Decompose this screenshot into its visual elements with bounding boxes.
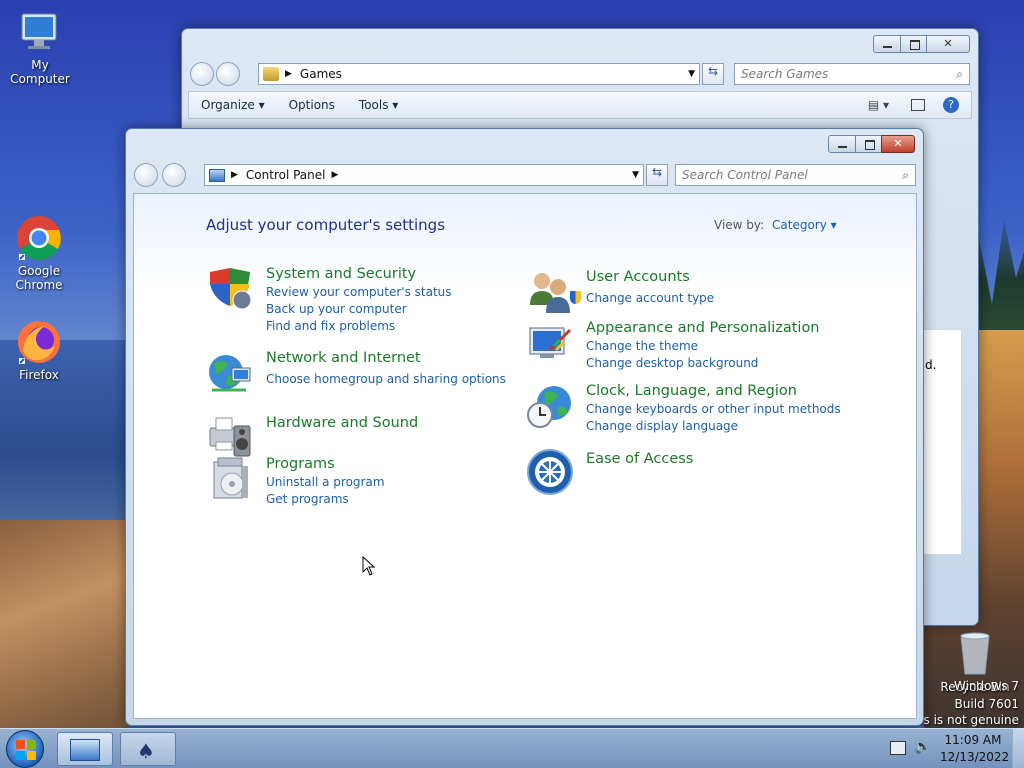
category-title[interactable]: System and Security bbox=[266, 266, 416, 282]
category-title[interactable]: Network and Internet bbox=[266, 350, 421, 366]
options-button[interactable]: Options bbox=[289, 98, 335, 112]
link-change-account-type[interactable]: Change account type bbox=[570, 291, 714, 305]
chrome-icon bbox=[15, 214, 63, 262]
link-change-background[interactable]: Change desktop background bbox=[586, 356, 758, 370]
games-toolbar: Organize ▾ Options Tools ▾ ▤ ▾ ? bbox=[188, 91, 972, 119]
tray-clock-time[interactable]: 11:09 AM bbox=[940, 733, 1006, 747]
address-dropdown-icon[interactable]: ▼ bbox=[632, 170, 639, 180]
cp-address-bar[interactable]: ▶ Control Panel ▶ ▼ bbox=[204, 164, 644, 186]
users-icon bbox=[526, 269, 574, 317]
view-options-icon[interactable]: ▤ ▾ bbox=[868, 98, 889, 112]
link-find-fix[interactable]: Find and fix problems bbox=[266, 319, 395, 333]
cp-breadcrumb: Control Panel bbox=[245, 168, 326, 182]
forward-button[interactable] bbox=[162, 163, 186, 187]
desktop-icon-google-chrome[interactable]: Google Chrome bbox=[0, 214, 79, 292]
link-homegroup[interactable]: Choose homegroup and sharing options bbox=[266, 372, 506, 386]
games-search-input[interactable]: Search Games ⌕ bbox=[734, 63, 970, 85]
search-icon: ⌕ bbox=[902, 167, 909, 182]
games-partial-text: d. bbox=[925, 358, 937, 372]
control-panel-icon bbox=[209, 168, 225, 182]
link-uninstall[interactable]: Uninstall a program bbox=[266, 475, 385, 489]
games-address-bar[interactable]: ▶ Games ▼ bbox=[258, 63, 700, 85]
uac-shield-icon bbox=[570, 291, 581, 304]
breadcrumb-arrow-icon: ▶ bbox=[231, 170, 238, 180]
desktop-icon-my-computer[interactable]: My Computer bbox=[0, 8, 80, 86]
shield-icon bbox=[206, 266, 254, 314]
network-tray-icon[interactable] bbox=[890, 741, 906, 755]
search-placeholder: Search Games bbox=[741, 67, 829, 81]
desktop-icon-label: My Computer bbox=[10, 58, 70, 86]
search-icon: ⌕ bbox=[956, 66, 963, 81]
games-icon: ♠ bbox=[137, 739, 155, 763]
tray-clock-date[interactable]: 12/13/2022 bbox=[940, 750, 1009, 764]
taskbar-control-panel[interactable] bbox=[57, 732, 113, 766]
page-title: Adjust your computer's settings bbox=[206, 216, 446, 234]
recycle-bin-icon bbox=[955, 630, 995, 678]
link-get-programs[interactable]: Get programs bbox=[266, 492, 349, 506]
minimize-button[interactable] bbox=[828, 135, 856, 153]
windows-logo-icon bbox=[16, 740, 36, 760]
cp-content-area: Adjust your computer's settings View by:… bbox=[133, 193, 917, 719]
link-backup[interactable]: Back up your computer bbox=[266, 302, 407, 316]
refresh-button[interactable]: ⇆ bbox=[702, 63, 724, 85]
category-title[interactable]: Programs bbox=[266, 456, 335, 472]
back-button[interactable] bbox=[190, 62, 214, 86]
monitor-brush-icon bbox=[526, 320, 574, 368]
games-breadcrumb: Games bbox=[299, 67, 342, 81]
category-title[interactable]: Hardware and Sound bbox=[266, 415, 418, 431]
forward-button[interactable] bbox=[216, 62, 240, 86]
link-review-status[interactable]: Review your computer's status bbox=[266, 285, 452, 299]
maximize-button[interactable] bbox=[900, 35, 927, 53]
ease-of-access-icon bbox=[526, 448, 574, 496]
volume-tray-icon[interactable]: 🔈 bbox=[914, 739, 931, 755]
games-caption-buttons bbox=[873, 35, 970, 53]
control-panel-icon bbox=[70, 739, 100, 761]
maximize-button[interactable] bbox=[855, 135, 882, 153]
refresh-button[interactable]: ⇆ bbox=[646, 164, 668, 186]
clock-globe-icon bbox=[526, 383, 574, 431]
programs-box-icon bbox=[206, 456, 254, 504]
help-icon[interactable]: ? bbox=[943, 97, 959, 113]
category-title[interactable]: Appearance and Personalization bbox=[586, 320, 820, 336]
network-globe-icon bbox=[206, 350, 254, 398]
cp-search-input[interactable]: Search Control Panel ⌕ bbox=[675, 164, 916, 186]
preview-pane-icon[interactable] bbox=[911, 99, 925, 111]
organize-menu[interactable]: Organize ▾ bbox=[201, 98, 265, 112]
view-by-label: View by: bbox=[714, 218, 765, 232]
link-change-keyboards[interactable]: Change keyboards or other input methods bbox=[586, 402, 841, 416]
taskbar-games[interactable]: ♠ bbox=[120, 732, 176, 766]
computer-icon bbox=[16, 8, 64, 56]
games-nav-row: ▶ Games ▼ ⇆ Search Games ⌕ bbox=[188, 61, 972, 87]
mouse-cursor-icon bbox=[362, 555, 376, 579]
games-folder-icon bbox=[263, 67, 279, 81]
taskbar: ♠ 🔈 11:09 AM 12/13/2022 bbox=[0, 728, 1024, 768]
close-button[interactable] bbox=[926, 35, 970, 53]
tools-menu[interactable]: Tools ▾ bbox=[359, 98, 398, 112]
desktop-icon-label: Firefox bbox=[19, 368, 59, 382]
control-panel-window[interactable]: ▶ Control Panel ▶ ▼ ⇆ Search Control Pan… bbox=[125, 128, 924, 726]
minimize-button[interactable] bbox=[873, 35, 901, 53]
address-dropdown-icon[interactable]: ▼ bbox=[688, 69, 695, 79]
cp-caption-buttons bbox=[828, 135, 915, 153]
category-title[interactable]: User Accounts bbox=[586, 269, 690, 285]
search-placeholder: Search Control Panel bbox=[682, 168, 808, 182]
desktop-background-rocks bbox=[0, 520, 130, 730]
cp-nav-row: ▶ Control Panel ▶ ▼ ⇆ Search Control Pan… bbox=[132, 162, 917, 188]
desktop-icon-label: Google Chrome bbox=[15, 264, 63, 292]
category-title[interactable]: Clock, Language, and Region bbox=[586, 383, 797, 399]
games-content: d. bbox=[922, 329, 962, 555]
desktop-icon-firefox[interactable]: Firefox bbox=[0, 318, 79, 382]
show-desktop-button[interactable] bbox=[1012, 729, 1024, 768]
start-button[interactable] bbox=[6, 730, 44, 768]
breadcrumb-arrow-icon[interactable]: ▶ bbox=[332, 170, 339, 180]
view-by-dropdown[interactable]: Category ▾ bbox=[772, 218, 837, 232]
breadcrumb-arrow-icon: ▶ bbox=[285, 69, 292, 79]
printer-speaker-icon bbox=[206, 412, 254, 460]
link-change-display-language[interactable]: Change display language bbox=[586, 419, 738, 433]
firefox-icon bbox=[15, 318, 63, 366]
close-button[interactable] bbox=[881, 135, 915, 153]
category-title[interactable]: Ease of Access bbox=[586, 451, 693, 467]
back-button[interactable] bbox=[134, 163, 158, 187]
link-change-theme[interactable]: Change the theme bbox=[586, 339, 698, 353]
